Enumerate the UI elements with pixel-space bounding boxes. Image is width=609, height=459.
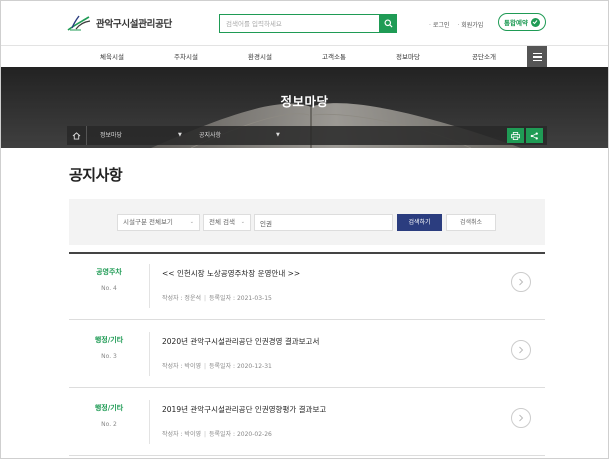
date-label: 등록일자 : [209,363,236,370]
page-frame: 관악구시설관리공단 로그인 회원가입 통합예약 체육시설 주차시설 환경시설 [0,0,609,459]
list-item[interactable]: 행정/기타 No. 3 2020년 관악구시설관리공단 인권경영 결과보고서 작… [69,320,545,388]
chevron-right-icon[interactable] [511,272,531,292]
list-item-title[interactable]: << 인헌시장 노상공영주차장 운영안내 >> [162,268,300,279]
search-icon [383,19,393,28]
list-item-title[interactable]: 2020년 관악구시설관리공단 인권경영 결과보고서 [162,336,319,347]
check-icon [530,17,540,27]
site-header: 관악구시설관리공단 로그인 회원가입 통합예약 [1,1,608,45]
list-item-number: No. 2 [101,421,117,428]
list-item[interactable]: 행정/기타 No. 2 2019년 관악구시설관리공단 인권영향평가 결과보고 … [69,388,545,456]
nav-item-customer[interactable]: 고객소통 [294,46,374,68]
author-label: 작성자 : [162,431,183,438]
author-name: 박이영 [184,431,201,438]
chevron-down-icon: ⌄ [189,219,194,225]
share-icon [530,131,538,140]
main-nav: 체육시설 주차시설 환경시설 고객소통 정보마당 공단소개 [1,45,608,68]
chevron-down-icon[interactable]: ▼ [178,126,182,145]
chevron-down-icon[interactable]: ▼ [276,126,280,145]
search-button[interactable] [379,14,397,33]
site-logo[interactable]: 관악구시설관리공단 [67,13,172,33]
banner-title: 정보마당 [280,94,329,109]
list-item-number: No. 4 [101,285,117,292]
nav-item-about[interactable]: 공단소개 [444,46,524,68]
print-button[interactable] [507,128,524,143]
nav-item-parking[interactable]: 주차시설 [146,46,226,68]
breadcrumb-depth1[interactable]: 정보마당 [100,126,122,145]
print-icon [511,131,520,140]
author-name: 박이영 [184,363,201,370]
signup-link[interactable]: 회원가입 [457,20,483,29]
header-search [219,14,397,33]
chevron-right-icon[interactable] [511,340,531,360]
home-icon[interactable] [67,126,87,145]
divider [149,264,150,308]
menu-icon[interactable] [527,46,547,68]
logo-leaf-icon [67,15,91,31]
reserve-label: 통합예약 [504,19,528,27]
share-button[interactable] [526,128,543,143]
util-links: 로그인 회원가입 [429,20,483,29]
keyword-input[interactable] [254,214,393,231]
list-item-meta: 작성자 : 정운석 | 등록일자 : 2021-03-15 [162,295,272,302]
post-date: 2021-03-15 [236,295,272,302]
post-date: 2020-02-26 [236,431,272,438]
scope-select[interactable]: 전체 검색 ⌄ [203,214,251,231]
search-submit-button[interactable]: 검색하기 [397,214,442,231]
list-item-meta: 작성자 : 박이영 | 등록일자 : 2020-02-26 [162,431,272,438]
list-item-category: 행정/기타 [94,404,124,412]
list-item-number: No. 3 [101,353,117,360]
list-item-category: 공영주차 [96,268,122,276]
author-name: 정운석 [184,295,201,302]
divider [149,400,150,444]
nav-item-info[interactable]: 정보마당 [368,46,448,68]
list-item[interactable]: 공영주차 No. 4 << 인헌시장 노상공영주차장 운영안내 >> 작성자 :… [69,252,545,320]
facility-select[interactable]: 시설구분 전체보기 ⌄ [117,214,200,231]
search-input[interactable] [219,14,379,33]
search-filter: 시설구분 전체보기 ⌄ 전체 검색 ⌄ 검색하기 검색취소 [69,199,545,245]
chevron-right-icon[interactable] [511,408,531,428]
page-title: 공지사항 [69,166,123,184]
divider [149,332,150,376]
list-item-title[interactable]: 2019년 관악구시설관리공단 인권영향평가 결과보고 [162,404,326,415]
post-date: 2020-12-31 [236,363,272,370]
reserve-button[interactable]: 통합예약 [498,13,546,31]
author-label: 작성자 : [162,363,183,370]
login-link[interactable]: 로그인 [429,20,450,29]
list-item-category: 행정/기타 [94,336,124,344]
facility-select-value: 시설구분 전체보기 [123,218,173,226]
search-cancel-button[interactable]: 검색취소 [446,214,496,231]
breadcrumb-depth2[interactable]: 공지사항 [199,126,221,145]
logo-text: 관악구시설관리공단 [96,19,172,30]
date-label: 등록일자 : [209,295,236,302]
author-label: 작성자 : [162,295,183,302]
scope-select-value: 전체 검색 [209,218,235,226]
nav-item-sports[interactable]: 체육시설 [72,46,152,68]
chevron-down-icon: ⌄ [240,219,245,225]
list-item-meta: 작성자 : 박이영 | 등록일자 : 2020-12-31 [162,363,272,370]
nav-item-environment[interactable]: 환경시설 [220,46,300,68]
breadcrumb: 정보마당 ▼ 공지사항 ▼ [67,126,547,145]
date-label: 등록일자 : [209,431,236,438]
